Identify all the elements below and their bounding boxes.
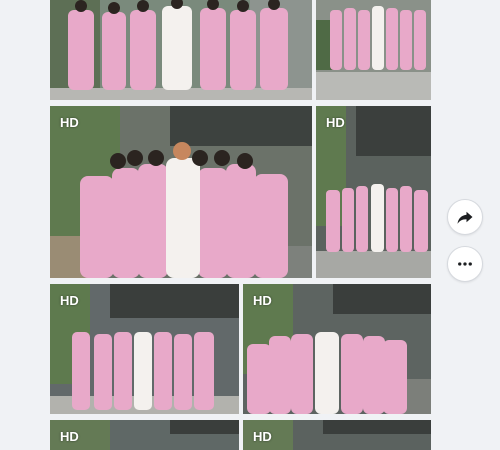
hd-badge: HD	[253, 293, 272, 308]
hd-badge: HD	[326, 115, 345, 130]
photo-2-image	[316, 0, 431, 100]
share-arrow-icon	[457, 211, 473, 224]
hd-badge: HD	[60, 115, 79, 130]
photo-tile-6[interactable]: HD	[243, 284, 431, 414]
photo-tile-5[interactable]: HD	[50, 284, 239, 414]
hd-badge: HD	[253, 429, 272, 444]
photo-4-image	[316, 106, 431, 278]
more-dots-icon	[458, 262, 472, 266]
photo-1-image	[50, 0, 312, 100]
hd-badge: HD	[60, 429, 79, 444]
photo-tile-2[interactable]	[316, 0, 431, 100]
photo-tile-1[interactable]	[50, 0, 312, 100]
photo-tile-3[interactable]: HD	[50, 106, 312, 278]
photo-tile-7[interactable]: HD	[50, 420, 239, 450]
hd-badge: HD	[60, 293, 79, 308]
photo-tile-4[interactable]: HD	[316, 106, 431, 278]
photo-3-image	[50, 106, 312, 278]
share-button[interactable]	[447, 199, 483, 235]
photo-tile-8[interactable]: HD	[243, 420, 431, 450]
more-options-button[interactable]	[447, 246, 483, 282]
